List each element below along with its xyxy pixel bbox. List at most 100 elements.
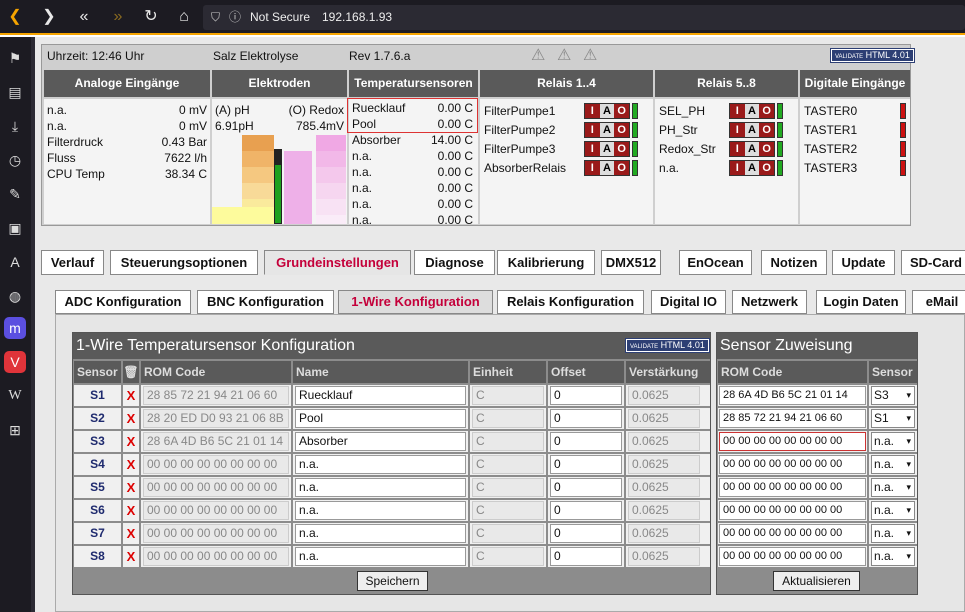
- reload-icon[interactable]: ↻: [139, 5, 163, 29]
- iao-switch[interactable]: IAO: [584, 160, 630, 176]
- iao-o[interactable]: O: [614, 142, 629, 156]
- assign-rom-field[interactable]: 00 00 00 00 00 00 00 00: [719, 432, 866, 451]
- refresh-button[interactable]: Aktualisieren: [773, 571, 860, 591]
- wikipedia-icon[interactable]: W: [4, 385, 26, 407]
- sensor-select[interactable]: S3 ▾: [871, 386, 915, 405]
- notes-icon[interactable]: ✎: [4, 183, 26, 205]
- name-field[interactable]: Ruecklauf: [295, 386, 466, 405]
- offset-field[interactable]: 0: [550, 547, 622, 566]
- name-field[interactable]: n.a.: [295, 524, 466, 543]
- sensor-select[interactable]: n.a. ▾: [871, 501, 915, 520]
- sensor-select[interactable]: n.a. ▾: [871, 478, 915, 497]
- iao-i[interactable]: I: [585, 161, 600, 175]
- tab-steuerungsoptionen[interactable]: Steuerungsoptionen: [110, 250, 258, 275]
- tab-sd-card[interactable]: SD-Card: [901, 250, 965, 275]
- iao-a[interactable]: A: [744, 104, 760, 118]
- back-icon[interactable]: ❮: [3, 5, 27, 29]
- sensor-select[interactable]: n.a. ▾: [871, 432, 915, 451]
- iao-switch[interactable]: IAO: [729, 103, 775, 119]
- name-field[interactable]: Pool: [295, 409, 466, 428]
- mastodon-icon[interactable]: m: [4, 317, 26, 339]
- iao-a[interactable]: A: [599, 142, 615, 156]
- offset-field[interactable]: 0: [550, 386, 622, 405]
- reader-icon[interactable]: ▤: [4, 81, 26, 103]
- assign-rom-field[interactable]: 00 00 00 00 00 00 00 00: [719, 455, 866, 474]
- subtab-netzwerk[interactable]: Netzwerk: [732, 290, 807, 314]
- vivaldi-icon[interactable]: V: [4, 351, 26, 373]
- delete-button[interactable]: X: [123, 408, 139, 429]
- assign-rom-field[interactable]: 28 85 72 21 94 21 06 60: [719, 409, 866, 428]
- forward-icon[interactable]: ❯: [37, 5, 61, 29]
- offset-field[interactable]: 0: [550, 409, 622, 428]
- home-icon[interactable]: ⌂: [172, 5, 196, 29]
- iao-o[interactable]: O: [759, 123, 774, 137]
- iao-switch[interactable]: IAO: [584, 103, 630, 119]
- iao-switch[interactable]: IAO: [729, 122, 775, 138]
- offset-field[interactable]: 0: [550, 432, 622, 451]
- iao-o[interactable]: O: [759, 104, 774, 118]
- fast-forward-icon[interactable]: »: [106, 5, 130, 29]
- iao-i[interactable]: I: [585, 142, 600, 156]
- iao-i[interactable]: I: [585, 104, 600, 118]
- address-bar[interactable]: ⛉ ⓘ Not Secure 192.168.1.93: [203, 5, 965, 30]
- translate-icon[interactable]: A: [4, 251, 26, 273]
- iao-o[interactable]: O: [759, 161, 774, 175]
- add-panel-icon[interactable]: ⊞: [4, 419, 26, 441]
- assign-rom-field[interactable]: 00 00 00 00 00 00 00 00: [719, 478, 866, 497]
- sensor-select[interactable]: n.a. ▾: [871, 455, 915, 474]
- name-field[interactable]: n.a.: [295, 455, 466, 474]
- subtab-1-wire-konfiguration[interactable]: 1-Wire Konfiguration: [338, 290, 493, 314]
- subtab-relais-konfiguration[interactable]: Relais Konfiguration: [497, 290, 644, 314]
- save-button[interactable]: Speichern: [357, 571, 428, 591]
- assign-rom-field[interactable]: 00 00 00 00 00 00 00 00: [719, 501, 866, 520]
- iao-o[interactable]: O: [614, 123, 629, 137]
- sensor-select[interactable]: S1 ▾: [871, 409, 915, 428]
- iao-a[interactable]: A: [744, 123, 760, 137]
- offset-field[interactable]: 0: [550, 501, 622, 520]
- assign-rom-field[interactable]: 00 00 00 00 00 00 00 00: [719, 547, 866, 566]
- iao-o[interactable]: O: [614, 104, 629, 118]
- subtab-digital-io[interactable]: Digital IO: [651, 290, 726, 314]
- tab-grundeinstellungen[interactable]: Grundeinstellungen: [264, 250, 411, 275]
- delete-button[interactable]: X: [123, 477, 139, 498]
- tab-notizen[interactable]: Notizen: [761, 250, 827, 275]
- tab-diagnose[interactable]: Diagnose: [414, 250, 495, 275]
- tab-enocean[interactable]: EnOcean: [679, 250, 752, 275]
- assign-rom-field[interactable]: 00 00 00 00 00 00 00 00: [719, 524, 866, 543]
- iao-i[interactable]: I: [730, 123, 745, 137]
- name-field[interactable]: n.a.: [295, 547, 466, 566]
- iao-o[interactable]: O: [614, 161, 629, 175]
- chat-icon[interactable]: ◍: [4, 285, 26, 307]
- iao-i[interactable]: I: [730, 104, 745, 118]
- download-icon[interactable]: ⤓: [4, 115, 26, 137]
- iao-switch[interactable]: IAO: [584, 141, 630, 157]
- iao-i[interactable]: I: [730, 161, 745, 175]
- tab-update[interactable]: Update: [832, 250, 895, 275]
- rewind-icon[interactable]: «: [72, 5, 96, 29]
- subtab-bnc-konfiguration[interactable]: BNC Konfiguration: [197, 290, 334, 314]
- iao-a[interactable]: A: [744, 161, 760, 175]
- sensor-select[interactable]: n.a. ▾: [871, 547, 915, 566]
- name-field[interactable]: Absorber: [295, 432, 466, 451]
- iao-switch[interactable]: IAO: [729, 141, 775, 157]
- tab-dmx512[interactable]: DMX512: [601, 250, 661, 275]
- subtab-login-daten[interactable]: Login Daten: [816, 290, 906, 314]
- offset-field[interactable]: 0: [550, 524, 622, 543]
- offset-field[interactable]: 0: [550, 455, 622, 474]
- assign-rom-field[interactable]: 28 6A 4D B6 5C 21 01 14: [719, 386, 866, 405]
- name-field[interactable]: n.a.: [295, 478, 466, 497]
- iao-a[interactable]: A: [599, 161, 615, 175]
- name-field[interactable]: n.a.: [295, 501, 466, 520]
- history-icon[interactable]: ◷: [4, 149, 26, 171]
- iao-a[interactable]: A: [599, 104, 615, 118]
- iao-switch[interactable]: IAO: [584, 122, 630, 138]
- delete-button[interactable]: X: [123, 454, 139, 475]
- iao-switch[interactable]: IAO: [729, 160, 775, 176]
- sensor-select[interactable]: n.a. ▾: [871, 524, 915, 543]
- iao-i[interactable]: I: [730, 142, 745, 156]
- delete-button[interactable]: X: [123, 385, 139, 406]
- subtab-adc-konfiguration[interactable]: ADC Konfiguration: [55, 290, 191, 314]
- tab-verlauf[interactable]: Verlauf: [41, 250, 104, 275]
- iao-a[interactable]: A: [599, 123, 615, 137]
- delete-button[interactable]: X: [123, 431, 139, 452]
